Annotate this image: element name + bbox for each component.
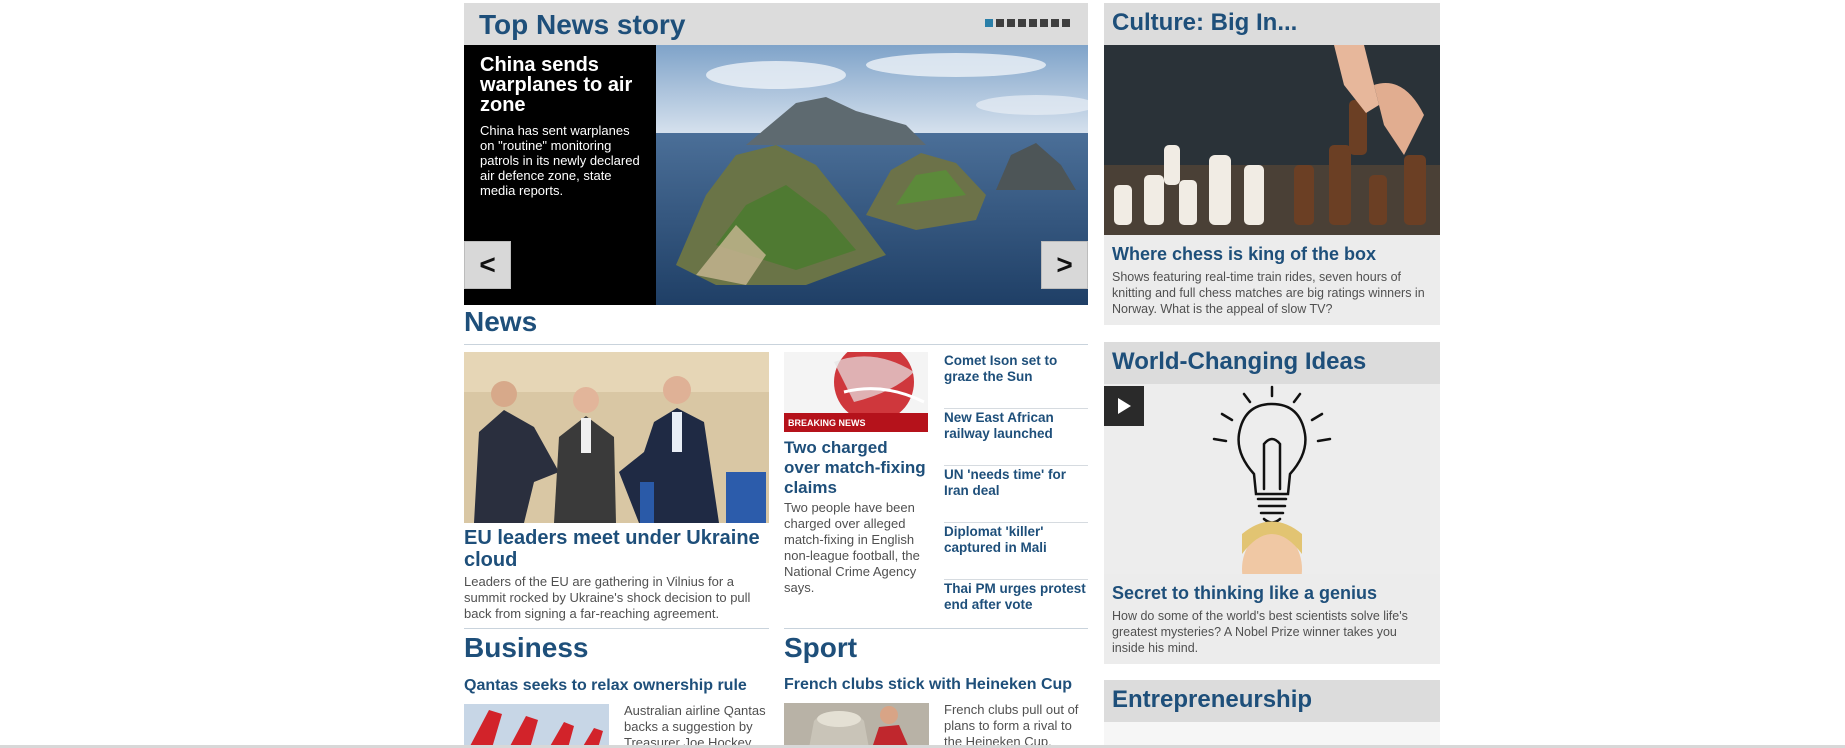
culture-story-summary: Shows featuring real-time train rides, s… (1112, 270, 1425, 316)
sport-heading[interactable]: Sport (784, 632, 857, 664)
ideas-story-summary: How do some of the world's best scientis… (1112, 609, 1408, 655)
pager-dot[interactable] (1040, 19, 1048, 27)
list-item[interactable]: Comet Ison set to graze the Sun (944, 352, 1088, 409)
carousel-next-button[interactable]: > (1041, 241, 1088, 289)
sport-story-title[interactable]: French clubs stick with Heineken Cup (784, 676, 1072, 694)
headline-link[interactable]: UN 'needs time' for Iran deal (944, 467, 1088, 499)
list-item[interactable]: New East African railway launched (944, 409, 1088, 466)
pager-dot[interactable] (1007, 19, 1015, 27)
business-story-summary: Australian airline Qantas backs a sugges… (624, 703, 766, 748)
news-heading[interactable]: News (464, 306, 537, 338)
headline-list: Comet Ison set to graze the Sun New East… (944, 352, 1088, 637)
pager-dot[interactable] (1051, 19, 1059, 27)
top-story-image[interactable] (656, 45, 1088, 305)
top-news-header: Top News story (464, 3, 1088, 45)
lead-story-title[interactable]: EU leaders meet under Ukraine cloud (464, 527, 769, 571)
divider (784, 628, 1088, 629)
play-button[interactable] (1104, 386, 1144, 426)
top-news-heading: Top News story (479, 9, 686, 40)
pager-dot[interactable] (996, 19, 1004, 27)
lead-story-summary: Leaders of the EU are gathering in Vilni… (464, 574, 751, 621)
pager-dot[interactable] (1018, 19, 1026, 27)
entrepreneurship-heading[interactable]: Entrepreneurship (1104, 680, 1440, 722)
list-item[interactable]: UN 'needs time' for Iran deal (944, 466, 1088, 523)
pager-dot[interactable] (1029, 19, 1037, 27)
culture-image[interactable] (1104, 45, 1440, 235)
culture-card: Culture: Big In... Where chess is king o… (1104, 3, 1440, 325)
ideas-image[interactable] (1104, 384, 1440, 574)
ideas-heading[interactable]: World-Changing Ideas (1104, 342, 1440, 384)
lead-story-image[interactable] (464, 352, 769, 523)
carousel-pager (985, 19, 1070, 27)
business-story-title[interactable]: Qantas seeks to relax ownership rule (464, 677, 747, 695)
divider (464, 344, 1088, 345)
top-news-panel: Top News story China sends warplanes to … (464, 3, 1088, 305)
pager-dot[interactable] (985, 19, 993, 27)
breaking-news-badge: BREAKING NEWS (788, 418, 866, 428)
pager-dot[interactable] (1062, 19, 1070, 27)
entrepreneurship-card: Entrepreneurship (1104, 680, 1440, 748)
carousel-prev-button[interactable]: < (464, 241, 511, 289)
play-icon (1118, 398, 1131, 414)
headline-link[interactable]: New East African railway launched (944, 410, 1088, 442)
top-story-summary: China has sent warplanes on "routine" mo… (480, 123, 640, 198)
list-item[interactable]: Diplomat 'killer' captured in Mali (944, 523, 1088, 580)
business-story-image[interactable] (464, 704, 609, 748)
culture-story-title[interactable]: Where chess is king of the box (1104, 235, 1440, 265)
sport-story-image[interactable] (784, 703, 929, 748)
headline-link[interactable]: Comet Ison set to graze the Sun (944, 353, 1088, 385)
headline-link[interactable]: Thai PM urges protest end after vote (944, 581, 1088, 613)
chevron-left-icon: < (479, 249, 496, 280)
headline-link[interactable]: Diplomat 'killer' captured in Mali (944, 524, 1088, 556)
divider (464, 628, 769, 629)
ideas-card: World-Changing Ideas Secret to thinking … (1104, 342, 1440, 664)
second-story-summary: Two people have been charged over allege… (784, 500, 920, 595)
sport-story-summary: French clubs pull out of plans to form a… (944, 702, 1079, 748)
chevron-right-icon: > (1056, 249, 1073, 280)
business-heading[interactable]: Business (464, 632, 589, 664)
culture-heading[interactable]: Culture: Big In... (1104, 3, 1440, 45)
breaking-news-image[interactable]: BREAKING NEWS (784, 352, 928, 432)
second-story-title[interactable]: Two charged over match-fixing claims (784, 438, 926, 498)
ideas-story-title[interactable]: Secret to thinking like a genius (1104, 574, 1440, 604)
top-story-title[interactable]: China sends warplanes to air zone (480, 55, 642, 115)
